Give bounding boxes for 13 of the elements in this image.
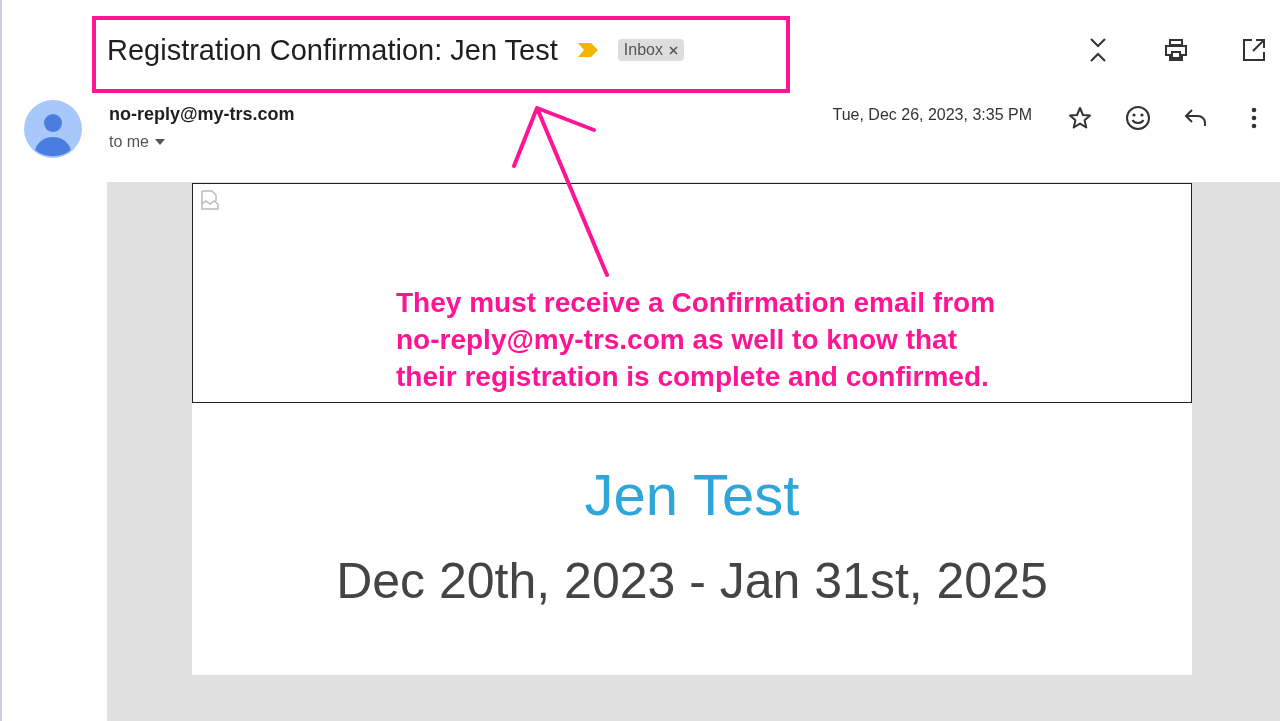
broken-image-icon (201, 190, 219, 210)
inbox-label[interactable]: Inbox (617, 39, 684, 61)
email-subject: Registration Confirmation: Jen Test (107, 33, 558, 67)
avatar-icon (24, 100, 82, 158)
email-date: Tue, Dec 26, 2023, 3:35 PM (832, 106, 1032, 124)
annotation-note: They must receive a Confirmation email from no-reply@my-trs.com as well to know that their registration is complete and confirmed. (396, 286, 996, 394)
recipient-dropdown[interactable]: to me (109, 133, 295, 151)
importance-marker-icon[interactable] (577, 43, 598, 57)
close-icon[interactable] (668, 45, 678, 55)
registrant-name: Jen Test (584, 461, 800, 528)
registration-dates: Dec 20th, 2023 - Jan 31st, 2025 (336, 552, 1048, 610)
sender-email: no-reply@my-trs.com (109, 104, 295, 125)
caret-icon[interactable] (155, 139, 165, 145)
